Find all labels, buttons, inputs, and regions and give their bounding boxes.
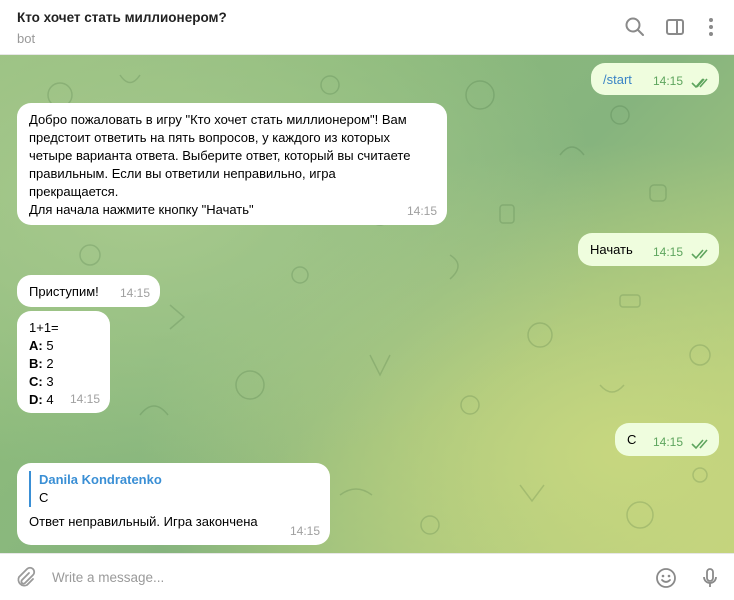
message-composer bbox=[0, 553, 734, 600]
message-time: 14:15 bbox=[289, 524, 320, 538]
more-menu-icon[interactable] bbox=[700, 16, 722, 38]
message-incoming[interactable]: Добро пожаловать в игру "Кто хочет стать… bbox=[17, 103, 447, 225]
message-time: 14:15 bbox=[652, 435, 683, 449]
message-text[interactable]: Приступим! bbox=[29, 284, 99, 299]
search-icon[interactable] bbox=[624, 16, 646, 38]
message-incoming[interactable]: Приступим! 14:15 bbox=[17, 275, 160, 307]
chat-header: Кто хочет стать миллионером? bot bbox=[0, 0, 734, 55]
option-key: C: bbox=[29, 374, 43, 389]
option-key: D: bbox=[29, 392, 43, 407]
message-input[interactable] bbox=[52, 566, 632, 588]
option-key: B: bbox=[29, 356, 43, 371]
question-text: 1+1= bbox=[29, 320, 59, 335]
chat-history[interactable]: /start 14:15 Добро пожаловать в игру "Кт… bbox=[0, 55, 734, 553]
option-value: 3 bbox=[46, 374, 54, 389]
message-text[interactable]: /start bbox=[603, 72, 632, 87]
read-checkmarks-icon bbox=[691, 439, 708, 450]
message-time: 14:15 bbox=[406, 204, 437, 218]
message-time: 14:15 bbox=[652, 245, 683, 259]
sidebar-toggle-icon[interactable] bbox=[664, 16, 686, 38]
option-value: 4 bbox=[46, 392, 54, 407]
chat-subtitle: bot bbox=[17, 31, 36, 46]
message-outgoing[interactable]: Начать 14:15 bbox=[578, 233, 719, 266]
message-time: 14:15 bbox=[119, 286, 150, 300]
message-reply[interactable]: Danila Kondratenko C Ответ неправильный.… bbox=[17, 463, 330, 545]
answer-option: B: 2 bbox=[29, 355, 98, 373]
emoji-icon[interactable] bbox=[654, 566, 678, 590]
message-question[interactable]: 1+1= A: 5 B: 2 C: 3 D: 4 14:15 bbox=[17, 311, 110, 413]
answer-option: A: 5 bbox=[29, 337, 98, 355]
message-text[interactable]: Начать bbox=[590, 242, 633, 257]
reply-author: Danila Kondratenko bbox=[39, 472, 162, 487]
message-outgoing[interactable]: /start 14:15 bbox=[591, 63, 719, 95]
chat-title[interactable]: Кто хочет стать миллионером? bbox=[17, 10, 227, 25]
attach-icon[interactable] bbox=[13, 566, 37, 590]
message-text[interactable]: C bbox=[627, 432, 636, 447]
option-value: 5 bbox=[46, 338, 54, 353]
read-checkmarks-icon bbox=[691, 78, 708, 89]
reply-text: C bbox=[39, 490, 49, 505]
option-value: 2 bbox=[46, 356, 54, 371]
message-time: 14:15 bbox=[69, 392, 100, 406]
read-checkmarks-icon bbox=[691, 249, 708, 260]
answer-option: C: 3 bbox=[29, 373, 98, 391]
option-key: A: bbox=[29, 338, 43, 353]
microphone-icon[interactable] bbox=[698, 566, 722, 590]
message-outgoing[interactable]: C 14:15 bbox=[615, 423, 719, 456]
message-text[interactable]: Ответ неправильный. Игра закончена bbox=[29, 513, 318, 531]
message-time: 14:15 bbox=[652, 74, 683, 88]
message-text[interactable]: Добро пожаловать в игру "Кто хочет стать… bbox=[29, 111, 435, 219]
reply-quote[interactable]: Danila Kondratenko C bbox=[29, 471, 318, 507]
